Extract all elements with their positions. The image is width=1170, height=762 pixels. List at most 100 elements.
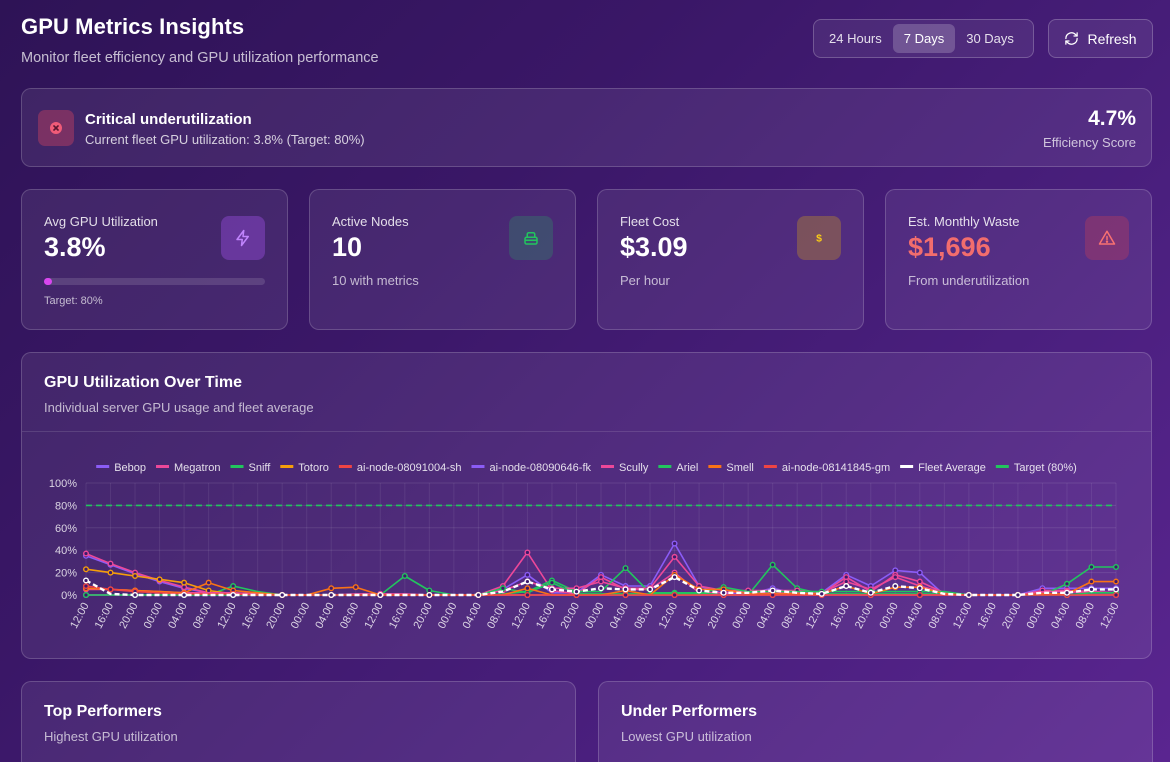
data-point <box>279 591 286 598</box>
x-tick-label: 12:00 <box>510 601 534 631</box>
data-point <box>1088 578 1095 585</box>
x-tick-label: 16:00 <box>976 601 1000 631</box>
x-tick-label: 00:00 <box>583 601 607 631</box>
x-tick-label: 00:00 <box>1025 601 1049 631</box>
stat-label: Fleet Cost <box>620 214 680 229</box>
data-point <box>598 578 605 585</box>
data-point <box>107 586 114 593</box>
x-tick-label: 00:00 <box>730 601 754 631</box>
data-point <box>377 591 384 598</box>
x-tick-label: 16:00 <box>681 601 705 631</box>
chart-subtitle: Individual server GPU usage and fleet av… <box>44 400 314 415</box>
alert-title: Critical underutilization <box>85 111 252 128</box>
data-point <box>524 591 531 598</box>
legend-label: Sniff <box>248 462 271 474</box>
data-point <box>892 574 899 581</box>
legend-swatch <box>658 465 672 468</box>
gpu-utilization-chart-card: GPU Utilization Over Time Individual ser… <box>21 352 1152 659</box>
data-point <box>1014 591 1021 598</box>
x-tick-label: 16:00 <box>240 601 264 631</box>
x-tick-label: 08:00 <box>191 601 215 631</box>
legend-label: Bebop <box>114 462 146 474</box>
x-tick-label: 08:00 <box>338 601 362 631</box>
legend-label: Fleet Average <box>918 462 986 474</box>
efficiency-score-label: Efficiency Score <box>1043 135 1136 150</box>
x-tick-label: 04:00 <box>608 601 632 631</box>
legend-label: ai-node-08090646-fk <box>489 462 591 474</box>
x-tick-label: 16:00 <box>387 601 411 631</box>
x-tick-label: 04:00 <box>1049 601 1073 631</box>
chart-title: GPU Utilization Over Time <box>44 374 242 391</box>
x-tick-label: 00:00 <box>142 601 166 631</box>
data-point <box>475 591 482 598</box>
y-tick-label: 80% <box>55 500 77 512</box>
data-point <box>328 591 335 598</box>
x-tick-label: 16:00 <box>828 601 852 631</box>
data-point <box>818 590 825 597</box>
data-point <box>205 579 212 586</box>
data-point <box>1112 591 1119 598</box>
data-point <box>132 591 139 598</box>
data-point <box>965 591 972 598</box>
time-range-selector: 24 Hours 7 Days 30 Days <box>813 19 1034 58</box>
efficiency-score-value: 4.7% <box>1088 107 1136 130</box>
legend-swatch <box>230 465 244 468</box>
legend-label: ai-node-08141845-gm <box>782 462 890 474</box>
data-point <box>892 583 899 590</box>
range-24-hours-button[interactable]: 24 Hours <box>818 24 893 53</box>
data-point <box>1112 563 1119 570</box>
legend-swatch <box>471 465 485 468</box>
legend-swatch <box>338 465 352 468</box>
legend-swatch <box>156 465 170 468</box>
active-nodes-card: Active Nodes 10 10 with metrics <box>309 189 576 330</box>
data-point <box>83 583 90 590</box>
x-tick-label: 04:00 <box>755 601 779 631</box>
x-tick-label: 20:00 <box>559 601 583 631</box>
x-tick-label: 04:00 <box>461 601 485 631</box>
data-point <box>769 561 776 568</box>
data-point <box>1063 589 1070 596</box>
data-point <box>622 586 629 593</box>
stat-label: Est. Monthly Waste <box>908 214 1020 229</box>
stat-sub: Per hour <box>620 273 670 288</box>
stat-value: 10 <box>332 232 363 262</box>
legend-label: Totoro <box>298 462 329 474</box>
range-30-days-button[interactable]: 30 Days <box>955 24 1025 53</box>
y-tick-label: 100% <box>49 478 77 490</box>
x-tick-label: 12:00 <box>657 601 681 631</box>
data-point <box>426 591 433 598</box>
svg-text:$: $ <box>816 233 822 245</box>
legend-item: Smell <box>708 462 754 474</box>
data-point <box>1112 578 1119 585</box>
y-tick-label: 20% <box>55 568 77 580</box>
stat-label: Active Nodes <box>332 214 409 229</box>
warning-icon <box>1085 216 1129 260</box>
page-title: GPU Metrics Insights <box>21 14 245 39</box>
legend-item: Megatron <box>156 462 220 474</box>
legend-swatch <box>96 465 110 468</box>
server-icon <box>509 216 553 260</box>
x-tick-label: 12:00 <box>951 601 975 631</box>
x-tick-label: 08:00 <box>926 601 950 631</box>
legend-swatch <box>708 465 722 468</box>
data-point <box>1112 586 1119 593</box>
data-point <box>598 585 605 592</box>
legend-swatch <box>995 465 1009 468</box>
data-point <box>83 577 90 584</box>
critical-alert-banner: Critical underutilization Current fleet … <box>21 88 1152 167</box>
legend-item: Target (80%) <box>995 462 1077 474</box>
legend-item: Scully <box>601 462 649 474</box>
alert-message: Current fleet GPU utilization: 3.8% (Tar… <box>85 132 365 147</box>
data-point <box>132 572 139 579</box>
data-point <box>1088 563 1095 570</box>
x-tick-label: 00:00 <box>289 601 313 631</box>
refresh-button[interactable]: Refresh <box>1048 19 1153 58</box>
range-7-days-button[interactable]: 7 Days <box>892 24 956 53</box>
x-tick-label: 20:00 <box>1000 601 1024 631</box>
x-tick-label: 08:00 <box>779 601 803 631</box>
legend-label: Ariel <box>676 462 698 474</box>
data-point <box>83 566 90 573</box>
x-tick-label: 16:00 <box>93 601 117 631</box>
x-tick-label: 08:00 <box>485 601 509 631</box>
gpu-utilization-line-chart: 0%20%40%60%80%100%12:00 16:00 20:00 00:00 04… <box>49 462 1122 631</box>
